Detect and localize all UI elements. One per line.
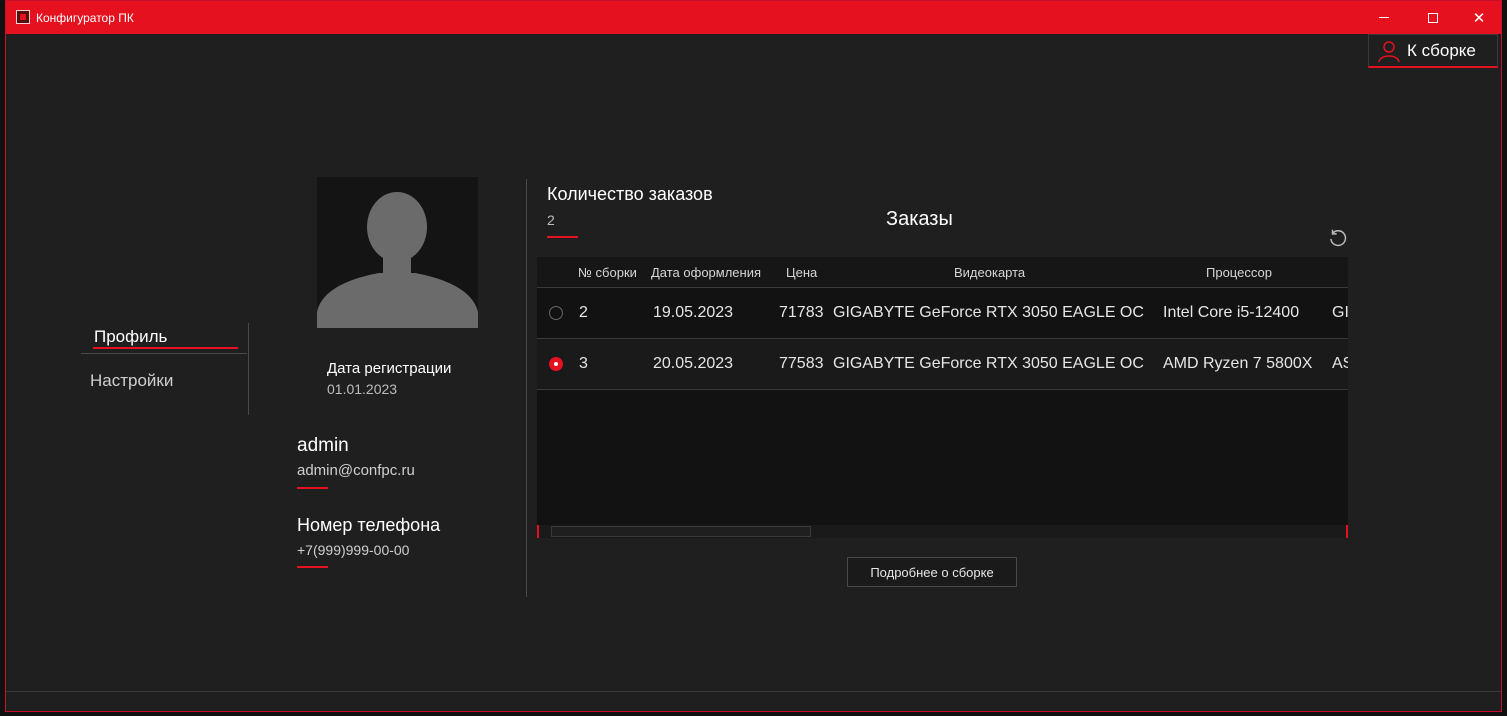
column-header-gpu[interactable]: Видеокарта xyxy=(954,265,1025,280)
row-radio[interactable] xyxy=(549,357,563,371)
orders-title: Заказы xyxy=(886,208,953,230)
cell-build-number: 2 xyxy=(579,304,588,321)
minimize-icon xyxy=(1379,17,1389,18)
window-title: Конфигуратор ПК xyxy=(36,11,134,25)
app-icon xyxy=(16,10,30,24)
column-header-cpu[interactable]: Процессор xyxy=(1206,265,1272,280)
cell-gpu: GIGABYTE GeForce RTX 3050 EAGLE OC xyxy=(833,355,1144,372)
avatar-silhouette-icon xyxy=(317,192,478,328)
status-bar-divider xyxy=(6,691,1501,692)
cell-gpu: GIGABYTE GeForce RTX 3050 EAGLE OC xyxy=(833,304,1144,321)
to-build-button[interactable]: К сборке xyxy=(1368,34,1498,68)
user-icon xyxy=(1378,40,1400,62)
refresh-icon[interactable] xyxy=(1327,227,1349,249)
cell-price: 77583 xyxy=(779,355,824,372)
cell-date: 19.05.2023 xyxy=(653,304,734,321)
email-underline xyxy=(297,487,328,489)
app-window: Конфигуратор ПК ✕ К сборке Профиль Настр… xyxy=(5,0,1502,712)
column-header-date[interactable]: Дата оформления xyxy=(651,265,761,280)
registration-date-value: 01.01.2023 xyxy=(327,381,398,397)
cell-price: 71783 xyxy=(779,304,824,321)
scrollbar-thumb[interactable] xyxy=(551,526,811,537)
email: admin@confpc.ru xyxy=(297,462,415,479)
vertical-divider xyxy=(526,179,527,597)
scrollbar-right-edge xyxy=(1346,525,1348,538)
build-details-button[interactable]: Подробнее о сборке xyxy=(847,557,1017,587)
username: admin xyxy=(297,435,349,456)
cell-cpu: AMD Ryzen 7 5800X xyxy=(1163,355,1313,372)
cell-cpu: Intel Core i5-12400 xyxy=(1163,304,1300,321)
sidebar-divider xyxy=(81,353,247,354)
avatar xyxy=(317,177,478,328)
sidebar-item-settings[interactable]: Настройки xyxy=(90,371,173,391)
scrollbar-left-edge xyxy=(537,525,539,538)
column-header-build-number[interactable]: № сборки xyxy=(578,265,637,280)
maximize-button[interactable] xyxy=(1410,1,1456,34)
row-radio[interactable] xyxy=(549,306,563,320)
table-header: № сборки Дата оформления Цена Видеокарта… xyxy=(537,257,1348,288)
orders-count-underline xyxy=(547,236,578,238)
active-indicator xyxy=(93,347,238,349)
orders-count-label: Количество заказов xyxy=(547,184,713,204)
title-bar[interactable]: Конфигуратор ПК ✕ xyxy=(6,1,1501,34)
cell-date: 20.05.2023 xyxy=(653,355,734,372)
cell-extra: AS xyxy=(1332,355,1348,372)
registration-date-label: Дата регистрации xyxy=(327,360,452,377)
horizontal-scrollbar[interactable] xyxy=(537,525,1348,538)
orders-count-value: 2 xyxy=(547,212,555,228)
close-icon: ✕ xyxy=(1472,9,1486,27)
orders-table[interactable]: № сборки Дата оформления Цена Видеокарта… xyxy=(537,257,1348,538)
sidebar: Профиль Настройки xyxy=(81,323,249,415)
minimize-button[interactable] xyxy=(1361,1,1407,34)
cell-extra: GI xyxy=(1332,304,1348,321)
column-header-price[interactable]: Цена xyxy=(786,265,817,280)
close-button[interactable]: ✕ xyxy=(1456,1,1502,34)
table-row[interactable]: 2 19.05.2023 71783 GIGABYTE GeForce RTX … xyxy=(537,288,1348,339)
phone-underline xyxy=(297,566,328,568)
phone-label: Номер телефона xyxy=(297,515,441,535)
to-build-label: К сборке xyxy=(1407,40,1476,60)
table-row[interactable]: 3 20.05.2023 77583 GIGABYTE GeForce RTX … xyxy=(537,339,1348,390)
sidebar-item-profile[interactable]: Профиль xyxy=(94,327,167,347)
maximize-icon xyxy=(1428,12,1438,23)
phone-value: +7(999)999-00-00 xyxy=(297,542,410,558)
cell-build-number: 3 xyxy=(579,355,588,372)
